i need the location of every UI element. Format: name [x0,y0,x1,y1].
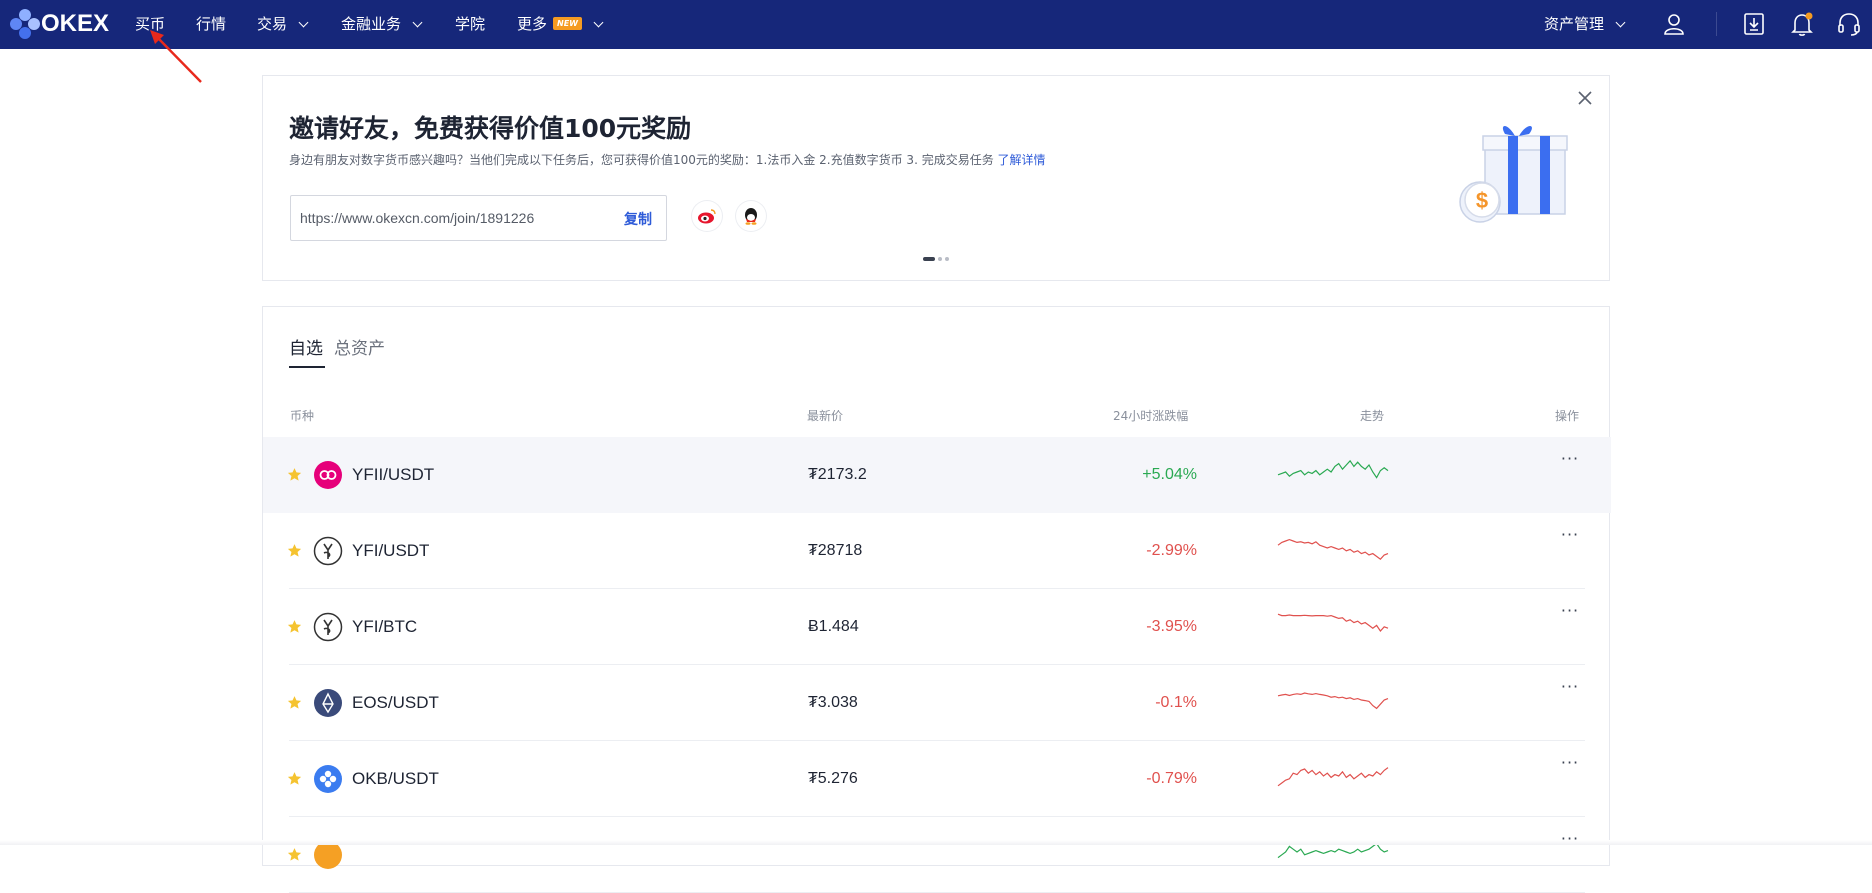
pair-name: YFI/USDT [352,541,430,560]
favorite-star-icon[interactable] [287,467,302,482]
chevron-down-icon [1615,17,1626,27]
nav-more[interactable]: 更多 NEW [517,0,604,49]
change-24h: -0.79% [1146,770,1197,787]
table-row[interactable]: YFI/BTC Ƀ1.484 -3.95% ··· [263,589,1611,665]
gift-illustration-icon: $ [1459,126,1568,223]
column-header-action: 操作 [1555,409,1580,423]
column-header-change: 24小时涨跌幅 [1113,409,1189,423]
last-price: ₮28718 [808,542,863,559]
carousel-dot[interactable] [923,257,935,261]
close-icon[interactable] [1575,88,1595,108]
last-price: ₮3.038 [808,694,858,711]
table-row[interactable]: EOS/USDT ₮3.038 -0.1% ··· [263,665,1611,741]
table-row[interactable]: OKB/USDT ₮5.276 -0.79% ··· [263,741,1611,817]
nav-finance[interactable]: 金融业务 [341,0,423,49]
trend-sparkline [1277,538,1389,561]
yfii-icon [314,461,342,489]
nav-academy[interactable]: 学院 [455,0,485,49]
okex-logo[interactable]: OKEX [10,9,109,39]
more-actions-icon[interactable]: ··· [1559,451,1581,471]
copy-button[interactable]: 复制 [624,209,652,229]
carousel-dot[interactable] [938,257,942,261]
change-24h: +5.04% [1142,466,1197,483]
page-bottom-edge [0,840,1872,845]
change-24h: -2.99% [1146,542,1197,559]
favorite-star-icon[interactable] [287,771,302,786]
trend-sparkline [1277,613,1389,632]
chevron-down-icon [593,17,604,27]
favorite-star-icon[interactable] [287,695,302,710]
favorite-star-icon[interactable] [287,619,302,634]
watchlist-panel: 自选 总资产 币种 最新价 24小时涨跌幅 走势 操作 YFII/USDT ₮21… [262,306,1611,893]
more-actions-icon[interactable]: ··· [1559,603,1581,623]
carousel-dots[interactable] [923,257,949,261]
details-link[interactable]: 了解详情 [998,153,1046,167]
svg-text:$: $ [1476,188,1488,213]
trend-sparkline [1277,767,1389,787]
pair-name: YFII/USDT [352,465,435,484]
pair-name: OKB/USDT [352,769,439,788]
column-header-coin: 币种 [290,409,315,423]
notification-dot [1805,12,1813,20]
yfi-icon [313,612,343,642]
more-actions-icon[interactable]: ··· [1559,527,1581,547]
last-price: ₮2173.2 [808,466,867,483]
nav-trade[interactable]: 交易 [257,0,309,49]
invite-title: 邀请好友，免费获得价值100元奖励 [289,114,692,143]
last-price: Ƀ1.484 [808,618,859,635]
invite-url: https://www.okexcn.com/join/1891226 [300,210,535,226]
logo-text: OKEX [41,10,110,37]
asset-management-menu[interactable]: 资产管理 [1544,0,1626,49]
annotation-arrow-icon [150,30,202,83]
asset-management-label: 资产管理 [1544,15,1605,33]
top-nav-bar: OKEX 买币 行情 交易 金融业务 学院 更多 NEW 资产管理 [0,0,1872,49]
change-24h: -0.1% [1155,694,1197,711]
nav-label: 交易 [257,15,288,33]
nav-label: 学院 [455,15,486,33]
nav-label: 更多 [517,15,548,33]
yfi-icon [313,536,343,566]
last-price: ₮5.276 [808,770,858,787]
user-icon[interactable] [1661,11,1687,37]
column-header-trend: 走势 [1360,409,1385,423]
table-row[interactable]: ··· [263,817,1611,893]
pair-name: EOS/USDT [352,693,439,712]
more-actions-icon[interactable]: ··· [1559,679,1581,699]
more-actions-icon[interactable]: ··· [1559,755,1581,775]
headset-icon[interactable] [1836,11,1862,37]
invite-description: 身边有朋友对数字货币感兴趣吗？当他们完成以下任务后，您可获得价值100元的奖励：… [289,151,1046,168]
invite-link-field[interactable]: https://www.okexcn.com/join/1891226 复制 [290,195,667,241]
column-header-price: 最新价 [807,409,844,423]
new-badge: NEW [553,17,582,30]
tab-total-assets[interactable]: 总资产 [334,334,385,359]
nav-label: 金融业务 [341,15,402,33]
change-24h: -3.95% [1146,618,1197,635]
trend-sparkline [1277,459,1389,479]
carousel-dot[interactable] [945,257,949,261]
table-row[interactable]: YFII/USDT ₮2173.2 +5.04% ··· [263,437,1611,513]
eos-icon [314,689,342,717]
tab-favorites[interactable]: 自选 [289,334,323,359]
favorite-star-icon[interactable] [287,847,302,862]
active-tab-indicator [289,366,325,368]
invite-banner: 邀请好友，免费获得价值100元奖励 身边有朋友对数字货币感兴趣吗？当他们完成以下… [262,75,1610,281]
chevron-down-icon [298,17,309,27]
table-row[interactable]: YFI/USDT ₮28718 -2.99% ··· [263,513,1611,589]
okb-icon [314,765,342,793]
weibo-icon[interactable] [692,201,722,231]
nav-divider [1716,12,1717,36]
invite-description-text: 身边有朋友对数字货币感兴趣吗？当他们完成以下任务后，您可获得价值100元的奖励：… [289,153,994,167]
bell-icon[interactable] [1789,11,1815,37]
pair-name: YFI/BTC [352,617,418,636]
chevron-down-icon [412,17,423,27]
qq-icon[interactable] [736,201,766,231]
favorite-star-icon[interactable] [287,543,302,558]
okex-logo-icon [10,9,40,39]
download-icon[interactable] [1741,11,1767,37]
trend-sparkline [1277,692,1389,710]
